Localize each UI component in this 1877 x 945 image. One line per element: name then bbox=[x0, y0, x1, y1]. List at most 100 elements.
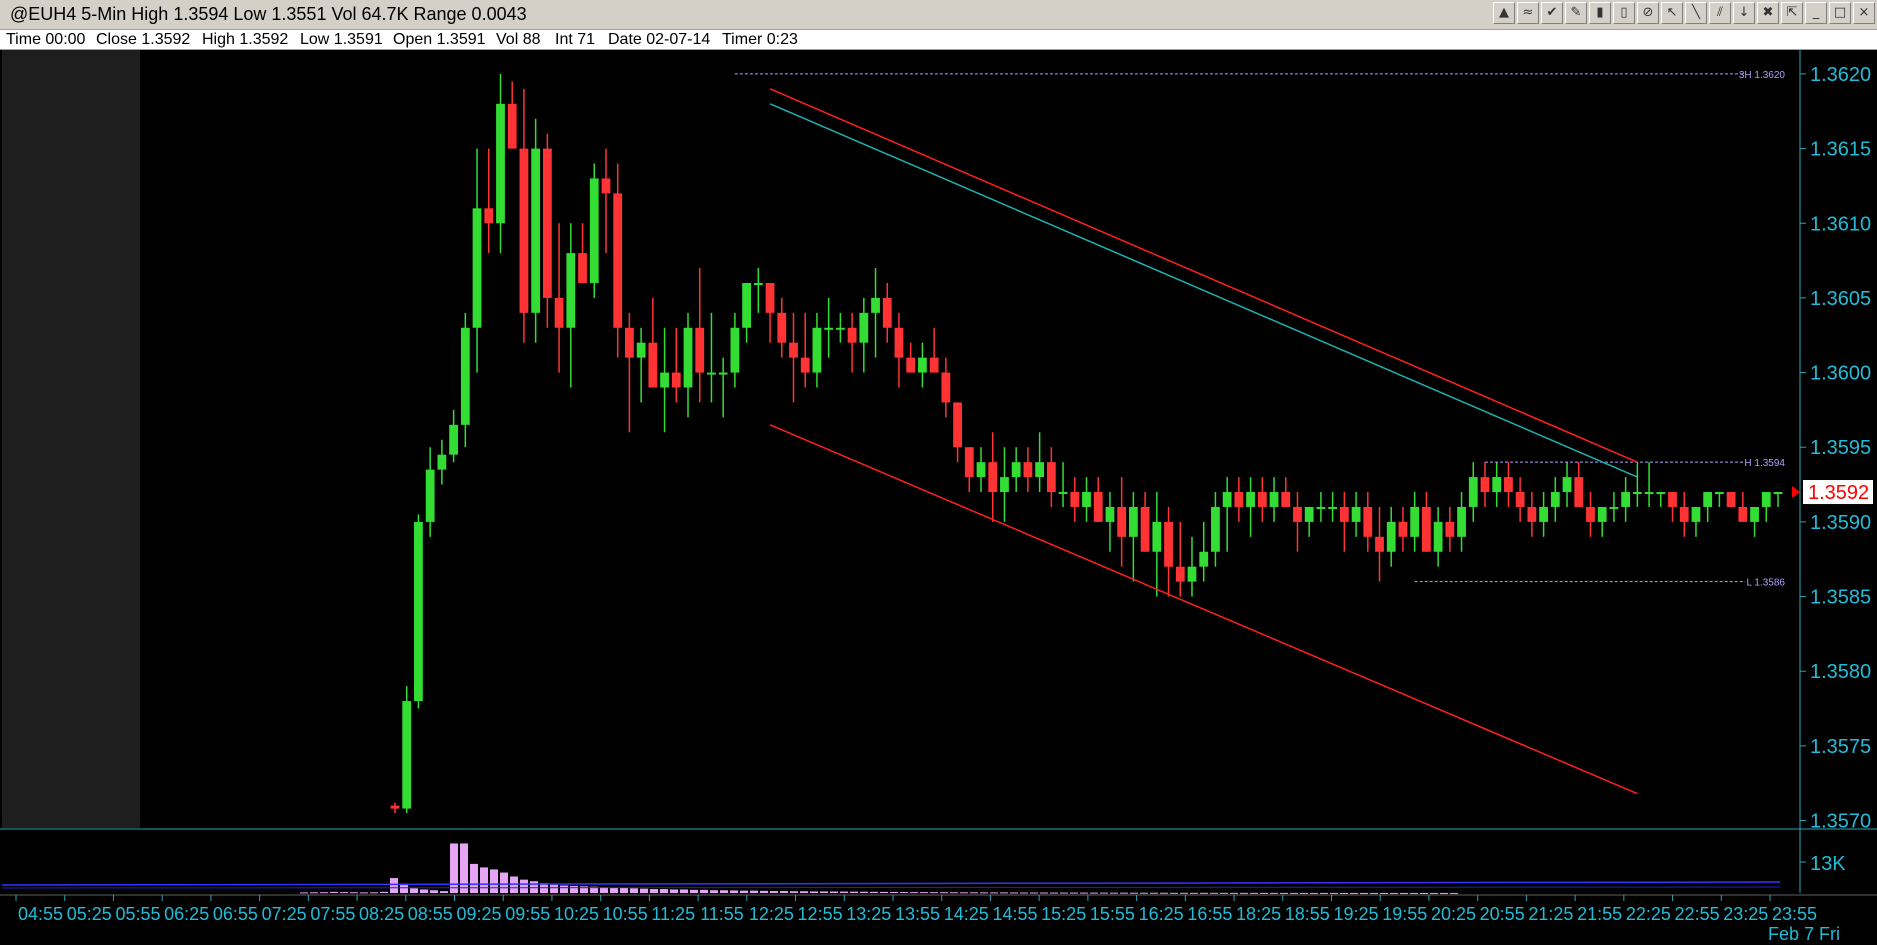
candle-down bbox=[625, 327, 634, 358]
volume-bar bbox=[1190, 892, 1198, 894]
candle-up bbox=[589, 178, 599, 283]
parallel-lines-icon[interactable]: ⫽ bbox=[1709, 2, 1731, 24]
volume-tick-label: 13K bbox=[1810, 853, 1846, 875]
minimize-icon[interactable]: _ bbox=[1805, 2, 1827, 24]
volume-bar bbox=[980, 892, 988, 894]
candle-up bbox=[718, 372, 728, 375]
candle-up bbox=[425, 469, 435, 522]
candle-up bbox=[1644, 492, 1654, 495]
price-tick-label: 1.3620 bbox=[1810, 64, 1871, 86]
candle-up bbox=[1152, 521, 1162, 552]
layers-icon[interactable]: ▲ bbox=[1493, 2, 1515, 24]
candle-up bbox=[660, 372, 669, 388]
chart-background bbox=[0, 50, 1877, 945]
volume-bar bbox=[1360, 892, 1368, 894]
candle-down bbox=[894, 327, 904, 358]
candle-down bbox=[789, 342, 798, 358]
trash-icon[interactable]: ✖ bbox=[1757, 2, 1779, 24]
volume-bar bbox=[310, 892, 318, 894]
candle-down bbox=[1726, 492, 1736, 507]
candle-down bbox=[1281, 492, 1291, 507]
candle-down bbox=[1480, 477, 1490, 493]
volume-bar bbox=[1040, 892, 1048, 894]
arrow-down-icon[interactable]: ↓ bbox=[1733, 2, 1755, 24]
volume-bar bbox=[380, 891, 388, 893]
candle-up bbox=[1211, 506, 1220, 552]
strategy-icon[interactable]: ✔ bbox=[1541, 2, 1563, 24]
volume-bar bbox=[670, 889, 678, 893]
volume-bar bbox=[1390, 892, 1398, 894]
candle-up bbox=[414, 521, 423, 702]
price-tick-label: 1.3575 bbox=[1810, 736, 1871, 758]
candle-down bbox=[1070, 492, 1080, 507]
volume-bar bbox=[900, 892, 908, 894]
volume-bar bbox=[370, 892, 378, 894]
candle-up bbox=[1562, 477, 1572, 493]
volume-bar bbox=[1310, 892, 1318, 894]
candle-down bbox=[953, 402, 962, 448]
price-tick-label: 1.3585 bbox=[1810, 587, 1871, 609]
volume-bar bbox=[820, 891, 828, 893]
volume-bar bbox=[970, 892, 978, 894]
volume-bar bbox=[1090, 892, 1098, 894]
indicator-icon[interactable]: ≈ bbox=[1517, 2, 1539, 24]
candle-up bbox=[531, 148, 541, 313]
info-vol: Vol 88 bbox=[496, 31, 541, 48]
volume-bar bbox=[860, 891, 868, 893]
price-chart[interactable]: 1.3620 1.3615 1.3610 1.3605 1.3600 1.3595 1.35… bbox=[0, 50, 1877, 945]
time-tick-label: 21:55 bbox=[1577, 904, 1622, 924]
time-tick-label: 10:25 bbox=[554, 904, 599, 924]
maximize-icon[interactable]: □ bbox=[1829, 2, 1851, 24]
volume-bar bbox=[770, 891, 778, 893]
info-timer: Timer 0:23 bbox=[722, 31, 798, 48]
volume-bar bbox=[910, 892, 918, 894]
candle-up bbox=[437, 454, 447, 470]
candle-down bbox=[941, 372, 951, 403]
volume-bar bbox=[570, 885, 578, 893]
volume-bar bbox=[1320, 892, 1328, 894]
time-tick-label: 23:25 bbox=[1723, 904, 1768, 924]
candle-down bbox=[1140, 506, 1150, 552]
volume-bar bbox=[1350, 892, 1358, 894]
candle-icon[interactable]: ▯ bbox=[1613, 2, 1635, 24]
no-entry-icon[interactable]: ⊘ bbox=[1637, 2, 1659, 24]
line-tool-icon[interactable]: ╲ bbox=[1685, 2, 1707, 24]
volume-bar bbox=[1110, 892, 1118, 894]
volume-bar bbox=[1260, 892, 1268, 894]
volume-bar bbox=[1200, 892, 1208, 894]
volume-bar bbox=[320, 892, 328, 894]
time-tick-label: 06:25 bbox=[164, 904, 209, 924]
candle-up bbox=[1468, 477, 1478, 507]
candle-up bbox=[1433, 521, 1443, 552]
candle-down bbox=[1421, 506, 1431, 552]
volume-bar bbox=[1230, 892, 1238, 894]
volume-bar bbox=[1300, 892, 1308, 894]
pencil-icon[interactable]: ✎ bbox=[1565, 2, 1587, 24]
pointer-icon[interactable]: ⇱ bbox=[1781, 2, 1803, 24]
candle-up bbox=[636, 342, 646, 358]
candle-up bbox=[1246, 492, 1255, 507]
volume-bar bbox=[1280, 892, 1288, 894]
volume-bar bbox=[1160, 892, 1168, 894]
cursor-icon[interactable]: ↖ bbox=[1661, 2, 1683, 24]
chart-style-icon[interactable]: ▮ bbox=[1589, 2, 1611, 24]
last-price-label: 1.3592 bbox=[1808, 482, 1869, 504]
candle-up bbox=[1656, 492, 1666, 495]
candle-up bbox=[824, 327, 834, 330]
volume-bar bbox=[710, 890, 718, 893]
candle-up bbox=[753, 282, 763, 285]
candle-down bbox=[1375, 536, 1384, 552]
volume-bar bbox=[1060, 892, 1068, 894]
close-icon[interactable]: × bbox=[1853, 2, 1875, 24]
candle-up bbox=[449, 424, 458, 455]
candle-up bbox=[1609, 506, 1619, 509]
time-tick-label: 07:25 bbox=[262, 904, 307, 924]
candle-down bbox=[671, 372, 681, 388]
candle-down bbox=[964, 447, 974, 478]
time-tick-label: 09:25 bbox=[457, 904, 502, 924]
volume-bar bbox=[1130, 892, 1138, 894]
time-tick-label: 14:25 bbox=[944, 904, 989, 924]
volume-bar bbox=[1150, 892, 1158, 894]
volume-bar bbox=[1440, 892, 1448, 894]
volume-bar bbox=[650, 889, 658, 893]
